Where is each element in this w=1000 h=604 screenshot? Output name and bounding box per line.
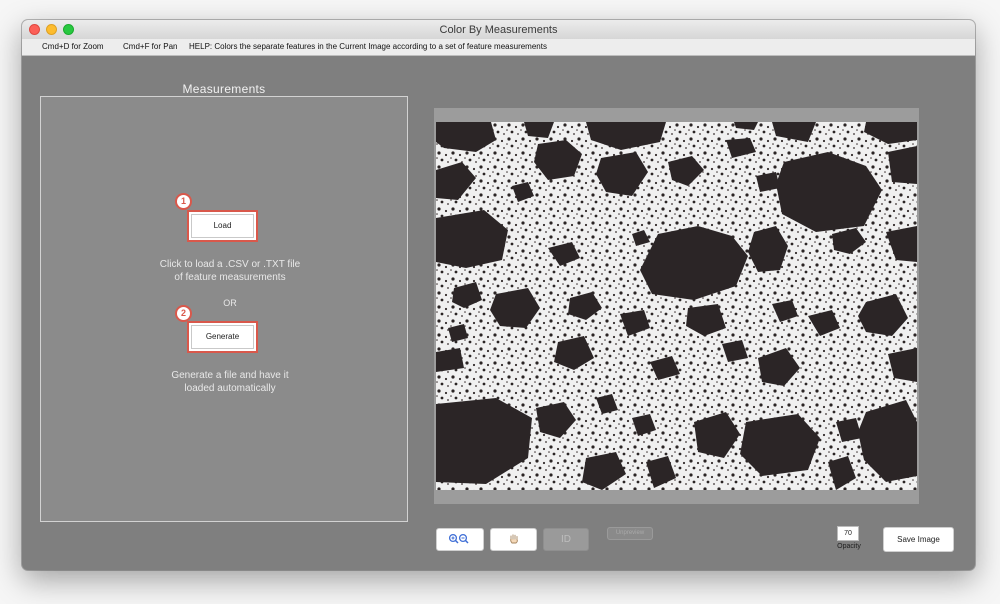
image-preview[interactable] <box>436 122 917 490</box>
image-preview-frame <box>434 108 919 504</box>
id-button[interactable]: ID <box>543 528 589 551</box>
pan-hint: Cmd+F for Pan <box>123 42 178 51</box>
unpreview-button[interactable]: Unpreview <box>607 527 653 540</box>
hint-bar: Cmd+D for Zoom Cmd+F for Pan HELP: Color… <box>22 39 975 56</box>
measurements-panel: Load 1 Click to load a .CSV or .TXT file… <box>40 96 408 522</box>
step-2-badge: 2 <box>175 305 192 322</box>
load-button[interactable]: Load <box>187 210 258 242</box>
help-text: HELP: Colors the separate features in th… <box>189 42 547 51</box>
color-by-measurements-window: Color By Measurements Cmd+D for Zoom Cmd… <box>22 20 975 570</box>
minimize-window-button[interactable] <box>46 24 57 35</box>
generate-caption-line-1: Generate a file and have it <box>171 370 289 381</box>
opacity-label: Opacity <box>837 543 861 550</box>
generate-button[interactable]: Generate <box>187 321 258 353</box>
zoom-window-button[interactable] <box>63 24 74 35</box>
close-window-button[interactable] <box>29 24 40 35</box>
window-title: Color By Measurements <box>439 24 558 36</box>
measurements-title: Measurements <box>182 82 266 96</box>
step-1-badge: 1 <box>175 193 192 210</box>
title-bar[interactable]: Color By Measurements <box>22 20 975 40</box>
or-label: OR <box>223 298 237 308</box>
pan-button[interactable] <box>490 528 537 551</box>
feature-image <box>436 122 917 490</box>
load-caption-line-1: Click to load a .CSV or .TXT file <box>159 259 301 270</box>
zoom-hint: Cmd+D for Zoom <box>42 42 104 51</box>
generate-caption-line-2: loaded automatically <box>184 383 276 394</box>
hand-icon <box>508 534 520 545</box>
zoom-button[interactable] <box>436 528 484 551</box>
zoom-in-out-icon <box>448 534 472 545</box>
load-caption-line-2: of feature measurements <box>174 272 286 283</box>
opacity-input[interactable]: 70 <box>837 526 859 541</box>
save-image-button[interactable]: Save Image <box>883 527 954 552</box>
